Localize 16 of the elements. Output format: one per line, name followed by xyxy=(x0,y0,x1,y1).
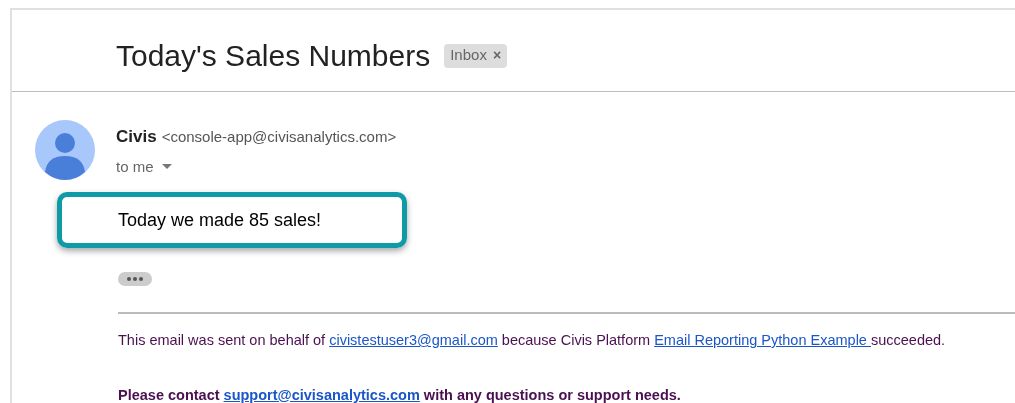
email-subject: Today's Sales Numbers xyxy=(116,38,431,74)
ellipsis-icon xyxy=(127,277,143,281)
footer-paragraph: This email was sent on behalf of civistestuser3@gmail.com because Civis Platform Email Reporting Python Example succeeded. xyxy=(118,331,947,350)
email-link[interactable]: Email Reporting Python Example xyxy=(654,332,871,348)
dropdown-icon[interactable] xyxy=(161,163,172,170)
message-text: Today we made 85 sales! xyxy=(118,208,322,232)
email-link[interactable]: civistestuser3@gmail.com xyxy=(329,332,498,348)
sender-name: Civis xyxy=(116,126,157,148)
email-link[interactable]: support@civisanalytics.com xyxy=(223,386,420,403)
footer-paragraph: Please contact support@civisanalytics.com with any questions or support needs. xyxy=(118,385,682,403)
recipient-text: to me xyxy=(116,156,154,177)
more-button[interactable] xyxy=(118,272,152,286)
sender-email: <console-app@civisanalytics.com> xyxy=(161,127,397,147)
avatar-icon xyxy=(35,120,95,180)
label-text: Inbox xyxy=(450,45,487,66)
close-icon[interactable]: × xyxy=(492,45,502,66)
